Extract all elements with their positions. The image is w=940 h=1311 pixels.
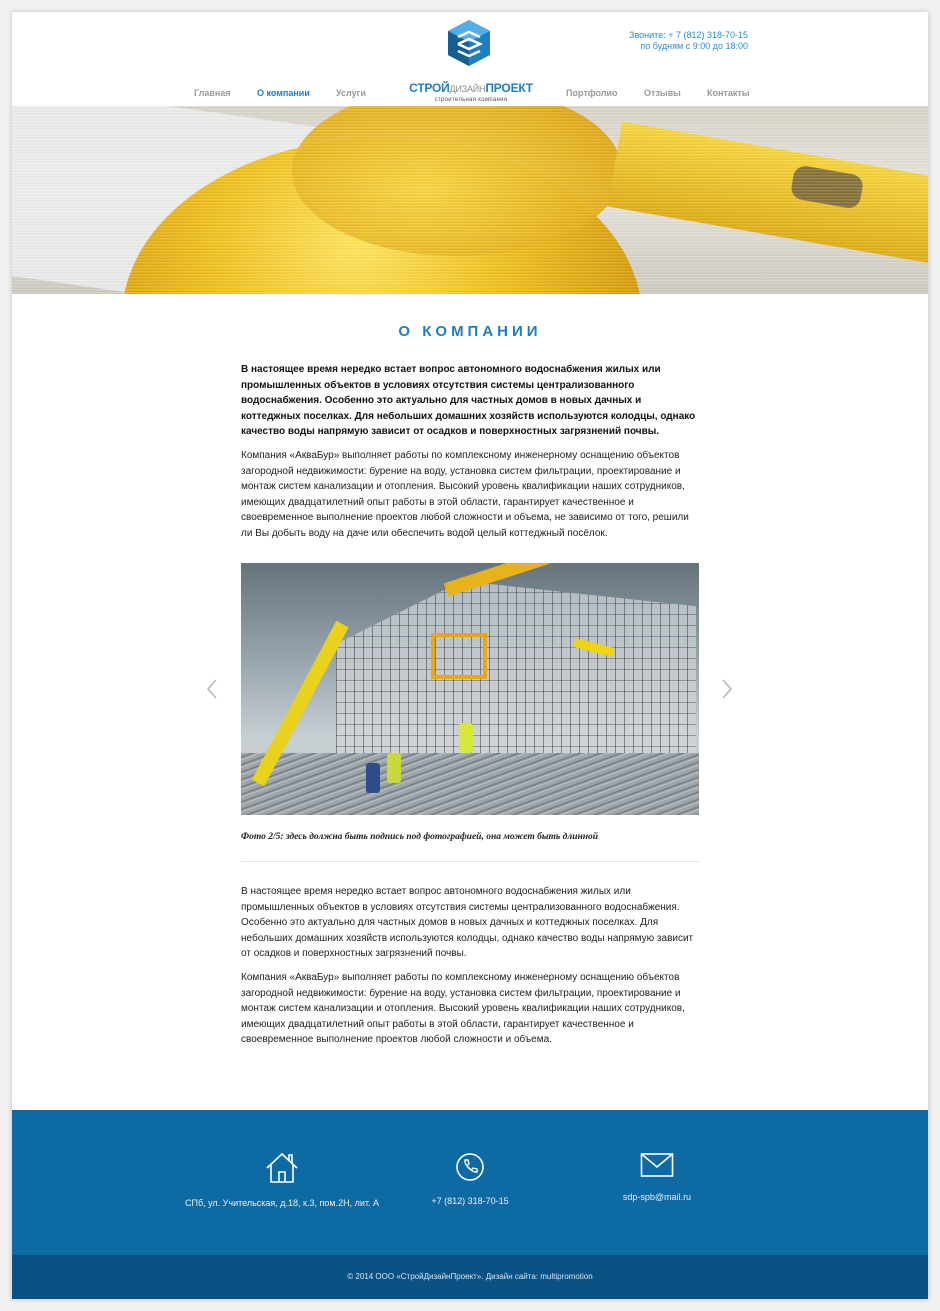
nav-item-contacts[interactable]: Контакты xyxy=(707,88,749,98)
photo-slide[interactable] xyxy=(241,563,699,815)
chevron-right-icon[interactable] xyxy=(720,678,734,700)
envelope-icon xyxy=(640,1153,674,1177)
logo[interactable]: СТРОЙДИЗАЙНПРОЕКТ строительная компания xyxy=(408,20,534,103)
site-footer: СПб, ул. Учительская, д.18, к.3, пом.2Н,… xyxy=(12,1110,928,1255)
header-contact: Звоните: + 7 (812) 318-70-15 по будням с… xyxy=(629,30,748,52)
intro-paragraph: В настоящее время нередко встает вопрос … xyxy=(241,364,696,437)
footer-email-text[interactable]: sdp-spb@mail.ru xyxy=(517,1192,797,1202)
header-hours: по будням с 9:00 до 18:00 xyxy=(640,41,748,51)
logo-text: СТРОЙДИЗАЙНПРОЕКТ xyxy=(409,81,533,95)
page: СТРОЙДИЗАЙНПРОЕКТ строительная компания … xyxy=(12,12,928,1299)
nav-item-home[interactable]: Главная xyxy=(194,88,231,98)
nav-item-reviews[interactable]: Отзывы xyxy=(644,88,681,98)
hero-banner-image xyxy=(12,106,928,294)
phone-icon xyxy=(456,1153,484,1181)
photo-caption: Фото 2/5: здесь должна быть подпись под … xyxy=(241,832,599,842)
site-header: СТРОЙДИЗАЙНПРОЕКТ строительная компания … xyxy=(12,12,928,106)
copyright: © 2014 ООО «СтройДизайнПроект». Дизайн с… xyxy=(12,1255,928,1299)
nav-item-portfolio[interactable]: Портфолио xyxy=(566,88,618,98)
page-title: О КОМПАНИИ xyxy=(398,323,542,340)
nav-item-services[interactable]: Услуги xyxy=(336,88,366,98)
nav-item-about[interactable]: О компании xyxy=(257,88,310,98)
logo-subtitle: строительная компания xyxy=(434,97,508,103)
footer-email: sdp-spb@mail.ru xyxy=(517,1152,797,1202)
logo-cube-icon xyxy=(448,20,490,66)
header-phone[interactable]: Звоните: + 7 (812) 318-70-15 xyxy=(629,30,748,41)
chevron-left-icon[interactable] xyxy=(205,678,219,700)
paragraph-1: Компания «АкваБур» выполняет работы по к… xyxy=(241,450,689,539)
divider xyxy=(241,861,699,862)
paragraph-3: Компания «АкваБур» выполняет работы по к… xyxy=(241,972,685,1045)
home-icon xyxy=(266,1152,298,1183)
paragraph-2: В настоящее время нередко встает вопрос … xyxy=(241,886,694,959)
